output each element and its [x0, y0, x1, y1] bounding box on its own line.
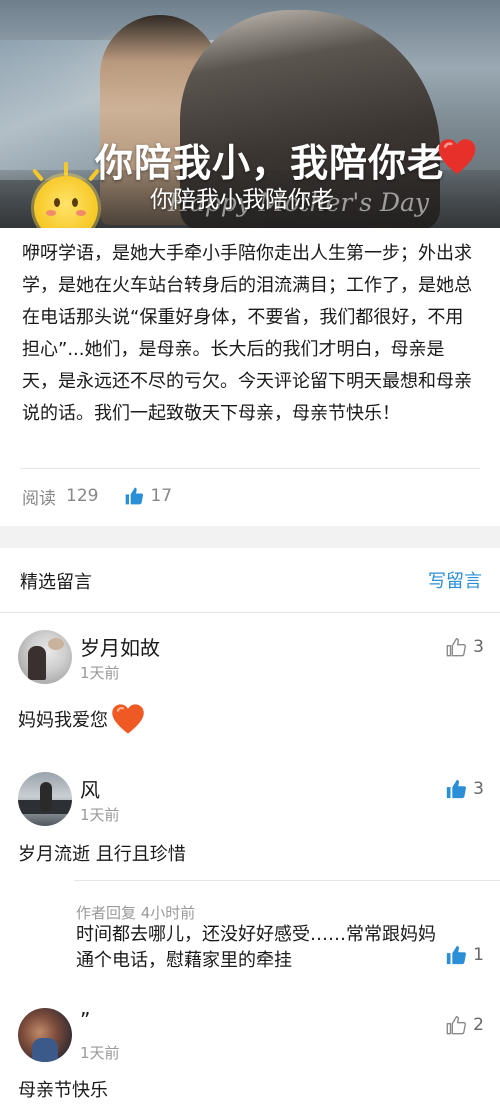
- comment-time: 1天前: [80, 664, 120, 682]
- hero-caption: 你陪我小我陪你老: [150, 187, 334, 213]
- hero-image: Happy Mother's Day 你陪我小，我陪你老 你陪我小我陪你老: [0, 0, 500, 228]
- comment-like-count: 3: [473, 779, 484, 799]
- comment-time: 1天前: [80, 1044, 120, 1062]
- comment-item: 岁月如故 1天前 3 妈妈我爱您: [0, 630, 500, 740]
- thumbs-up-icon: [447, 945, 467, 965]
- comment-text: 妈妈我爱您: [18, 702, 146, 736]
- write-comment-button[interactable]: 写留言: [428, 567, 482, 593]
- comment-item: 风 1天前 3 岁月流逝 且行且珍惜 作者回复 4小时前 时间都去哪儿，还没好好…: [0, 772, 500, 992]
- comment-author: ”: [80, 1008, 91, 1032]
- comment-text: 母亲节快乐: [18, 1080, 108, 1101]
- comment-like-count: 2: [473, 1015, 484, 1035]
- read-label: 阅读: [22, 488, 56, 509]
- reply-text: 时间都去哪儿，还没好好感受……常常跟妈妈通个电话，慰藉家里的牵挂: [76, 924, 436, 971]
- comment-time: 1天前: [80, 806, 120, 824]
- comments-title: 精选留言: [20, 572, 92, 593]
- thumbs-up-outline-icon: [446, 1015, 467, 1035]
- comment-like-button[interactable]: 2: [445, 1014, 484, 1036]
- reply-meta: 作者回复 4小时前: [76, 904, 196, 922]
- article-stats: 阅读 129 17: [22, 482, 172, 510]
- heart-icon: [438, 139, 476, 175]
- thumbs-up-outline-icon: [446, 637, 467, 657]
- article-like-button[interactable]: 17: [124, 486, 172, 506]
- comment-author: 岁月如故: [80, 636, 160, 660]
- avatar[interactable]: [18, 1008, 72, 1062]
- thumbs-up-icon: [447, 779, 467, 799]
- comment-like-button[interactable]: 3: [445, 778, 484, 800]
- comments-header: 精选留言 写留言: [0, 548, 500, 613]
- comment-like-button[interactable]: 3: [445, 636, 484, 658]
- divider: [20, 468, 480, 469]
- heart-icon: [112, 704, 144, 734]
- comment-like-count: 3: [473, 637, 484, 657]
- avatar[interactable]: [18, 772, 72, 826]
- reply-like-button[interactable]: 1: [445, 944, 484, 966]
- read-count: 129: [66, 486, 99, 506]
- hero-headline: 你陪我小，我陪你老: [95, 141, 447, 185]
- article-like-count: 17: [150, 486, 173, 506]
- reply-like-count: 1: [473, 945, 484, 965]
- divider: [74, 880, 500, 881]
- avatar[interactable]: [18, 630, 72, 684]
- sun-ray: [64, 162, 68, 176]
- section-gap: [0, 526, 500, 548]
- article-body: 咿呀学语，是她大手牵小手陪你走出人生第一步；外出求学，是她在火车站台转身后的泪流…: [22, 243, 472, 424]
- comment-text-content: 妈妈我爱您: [18, 710, 108, 731]
- thumbs-up-icon: [126, 487, 144, 505]
- comment-text: 岁月流逝 且行且珍惜: [18, 844, 186, 865]
- comment-item: ” 1天前 2 母亲节快乐: [0, 1008, 500, 1112]
- comment-author: 风: [80, 778, 100, 802]
